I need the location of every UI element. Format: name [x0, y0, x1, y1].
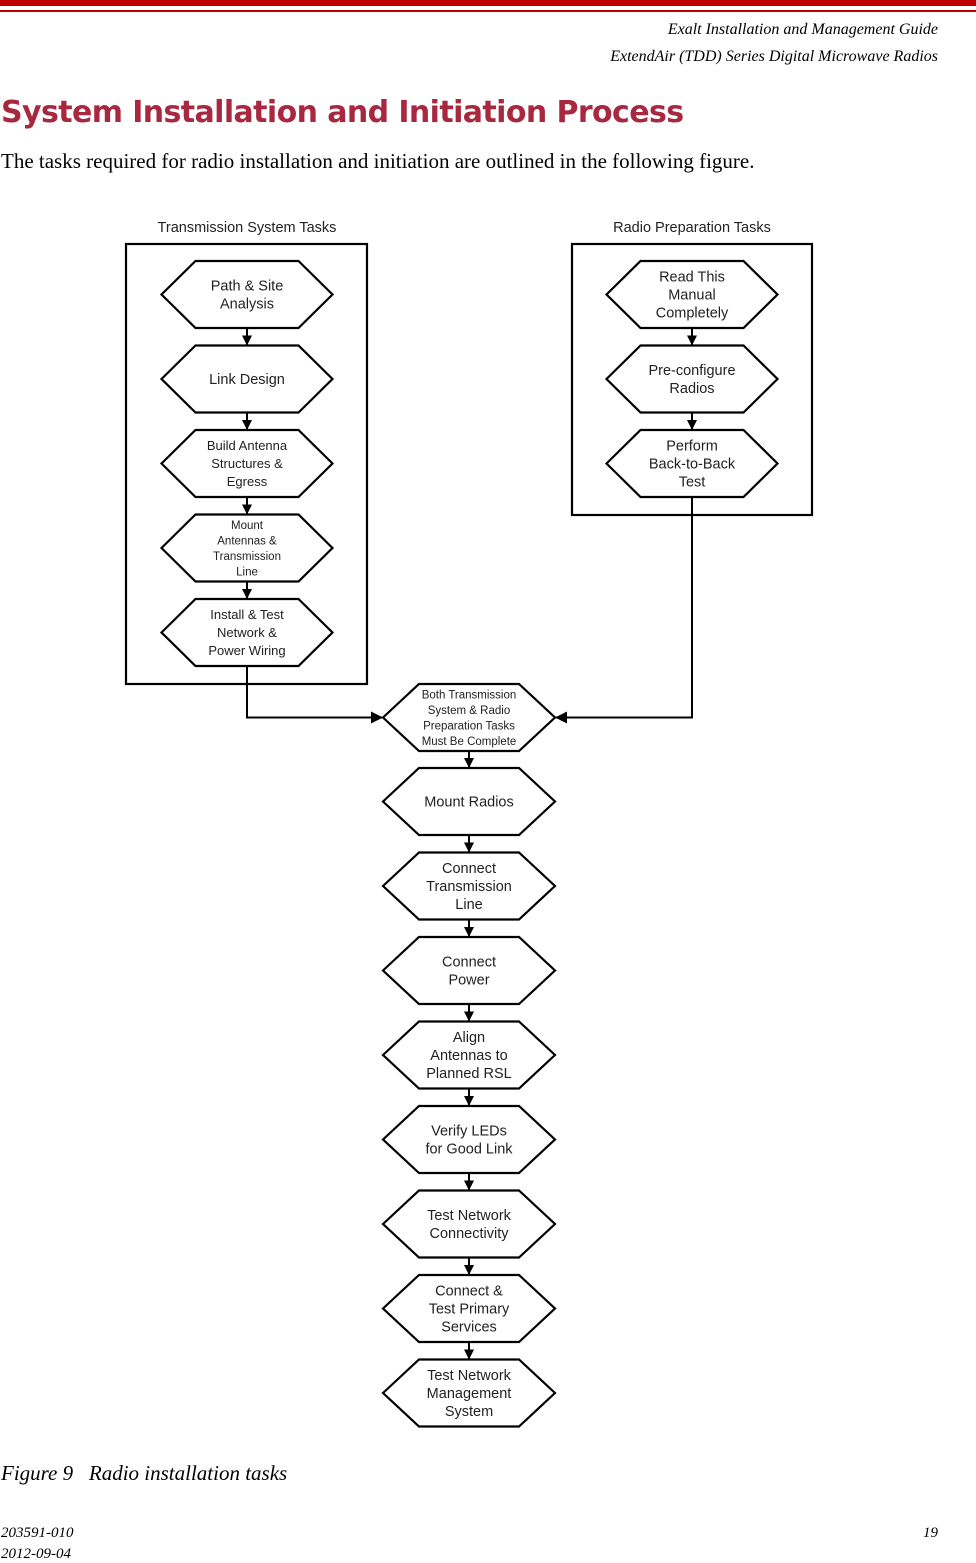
step-label-line: Read This: [659, 270, 725, 286]
step-label-line: Power Wiring: [208, 643, 285, 658]
step-mount-radios: Mount Radios: [381, 766, 557, 837]
step-label-line: Connect: [442, 861, 496, 877]
step-label-line: Transmission: [213, 551, 281, 563]
step-label-line: System: [445, 1404, 493, 1420]
step-label-line: Transmission: [426, 879, 512, 895]
step-label-line: Install & Test: [210, 607, 284, 622]
step-link-design: Link Design: [159, 344, 335, 414]
step-connect-and-test-primary-services: Connect & Test Primary Services: [381, 1273, 557, 1344]
step-label-line: Completely: [656, 306, 729, 322]
step-label-line: Path & Site: [211, 279, 284, 295]
step-mount-antennas-and-transmission-line: Mount Antennas & Transmission Line: [159, 513, 335, 583]
step-label-line: System & Radio: [428, 705, 510, 717]
step-label-line: Radios: [669, 381, 714, 397]
step-align-antennas-to-planned-rsl: Align Antennas to Planned RSL: [381, 1020, 557, 1090]
step-label-line: Analysis: [220, 297, 274, 313]
installation-flowchart: Transmission System Tasks Radio Preparati…: [124, 220, 814, 1428]
step-label-line: Perform: [666, 439, 718, 455]
group-label: Radio Preparation Tasks: [613, 220, 771, 236]
step-label-line: Network &: [217, 625, 277, 640]
step-label-line: Preparation Tasks: [423, 720, 515, 732]
step-label-line: Connect: [442, 955, 496, 971]
step-connect-power: Connect Power: [381, 935, 557, 1006]
step-label-line: Connect &: [435, 1284, 503, 1300]
step-both-transmission-system-and-radio-preparation-tasks-must-be-complete: Both Transmission System & Radio Preparati…: [381, 682, 557, 753]
step-label-line: Both Transmission: [422, 689, 517, 701]
step-label-line: Back-to-Back: [649, 457, 736, 473]
step-label-line: Line: [455, 897, 482, 913]
step-read-this-manual-completely: Read This Manual Completely: [604, 259, 780, 330]
step-label-line: Mount: [231, 520, 264, 532]
step-label-line: Align: [453, 1030, 485, 1046]
step-label-line: Structures &: [211, 456, 283, 471]
step-label-line: Egress: [227, 474, 268, 489]
group-label: Transmission System Tasks: [158, 220, 337, 236]
step-label-line: Verify LEDs: [431, 1124, 507, 1140]
step-label-line: Power: [448, 973, 489, 989]
step-label-line: Build Antenna: [207, 438, 288, 453]
step-test-network-connectivity: Test Network Connectivity: [381, 1189, 557, 1259]
connector-transmission-to-join: [246, 666, 382, 719]
step-label-line: Line: [236, 566, 258, 578]
step-label-line: Antennas to: [430, 1048, 507, 1064]
step-label-line: Manual: [668, 288, 716, 304]
footer-page-number: 19: [923, 1525, 938, 1541]
step-label-line: Test Primary: [429, 1302, 510, 1318]
arrowhead-right: [371, 711, 383, 724]
step-label-line: Management: [427, 1386, 512, 1402]
step-test-network-management-system: Test Network Management System: [381, 1358, 557, 1428]
step-verify-leds-for-good-link: Verify LEDs for Good Link: [381, 1104, 557, 1175]
step-connect-transmission-line: Connect Transmission Line: [381, 851, 557, 921]
step-label-line: Test Network: [427, 1368, 512, 1384]
step-label-line: Must Be Complete: [422, 736, 517, 748]
arrowhead-left: [555, 711, 567, 724]
step-label-line: for Good Link: [425, 1142, 513, 1158]
step-pre-configure-radios: Pre-configure Radios: [604, 344, 780, 414]
step-path-and-site-analysis: Path & Site Analysis: [159, 259, 335, 330]
step-label-line: Pre-configure: [648, 363, 735, 379]
step-label-line: Link Design: [209, 372, 285, 388]
connector-radio-prep-to-join: [556, 497, 693, 719]
footer-doc-number: 203591-010: [1, 1525, 74, 1541]
figure-caption: Figure 9 Radio installation tasks: [1, 1461, 288, 1485]
step-build-antenna-structures-and-egress: Build Antenna Structures & Egress: [159, 428, 335, 499]
footer-date: 2012-09-04: [1, 1546, 71, 1562]
step-label-line: Connectivity: [430, 1226, 510, 1242]
step-perform-back-to-back-test: Perform Back-to-Back Test: [604, 428, 780, 499]
step-label-line: Services: [441, 1320, 497, 1336]
step-label-line: Test: [679, 475, 706, 491]
step-label-line: Mount Radios: [424, 795, 513, 811]
step-label-line: Test Network: [427, 1208, 512, 1224]
step-label-line: Planned RSL: [426, 1066, 511, 1082]
step-install-and-test-network-and-power-wiring: Install & Test Network & Power Wiring: [159, 597, 335, 668]
step-label-line: Antennas &: [217, 535, 277, 547]
